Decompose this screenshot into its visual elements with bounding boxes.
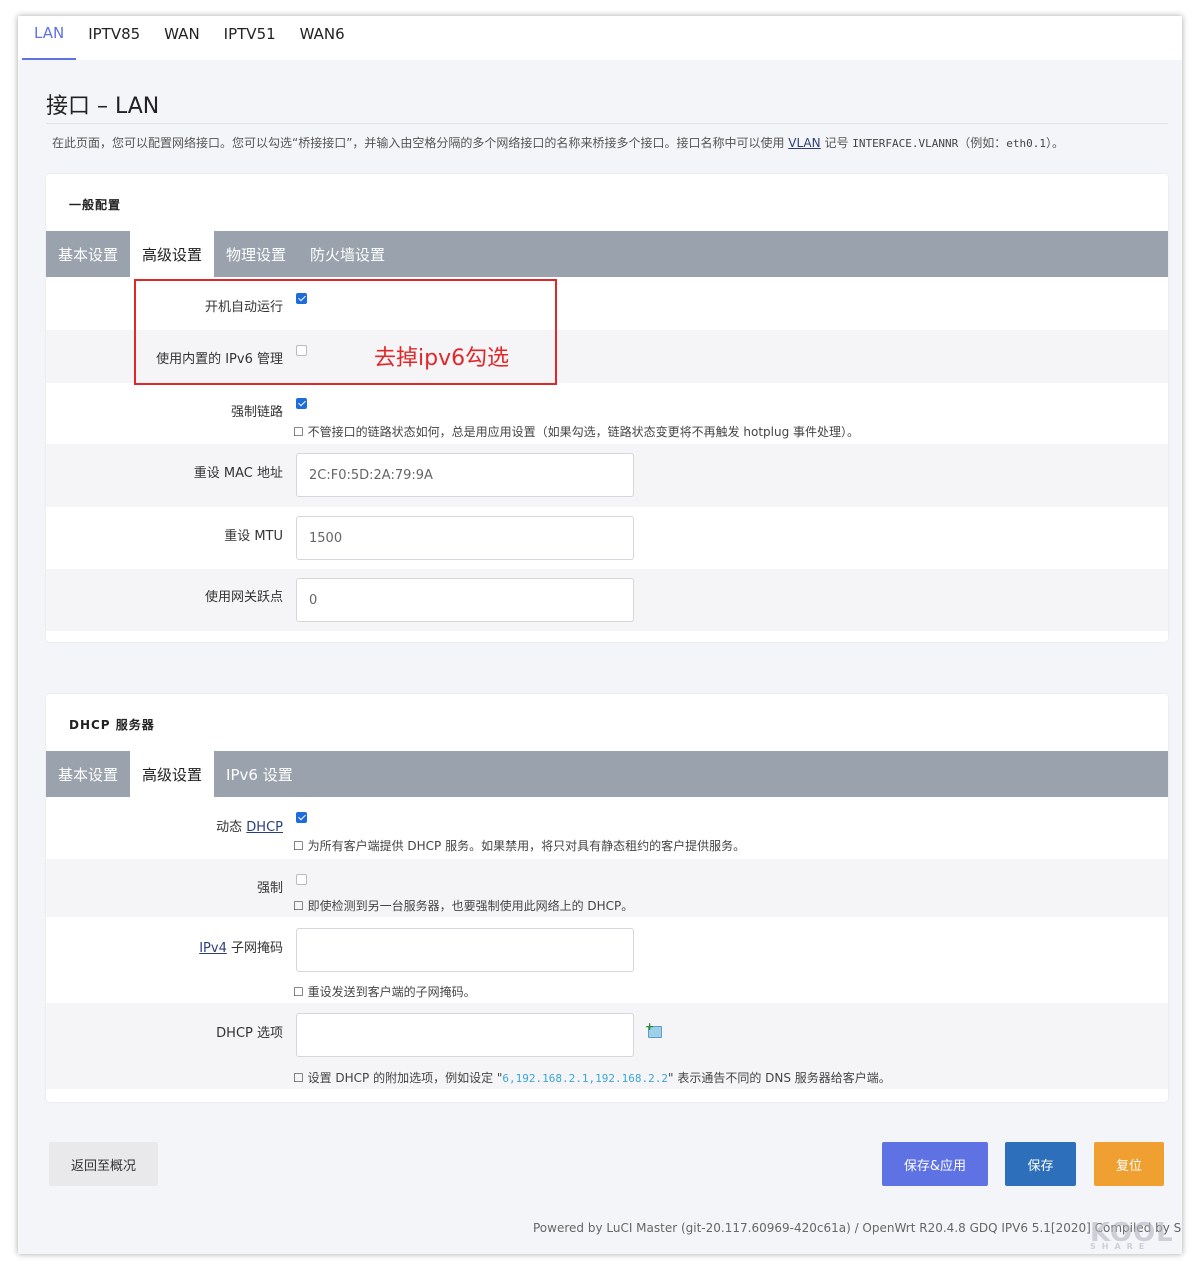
row-metric: 使用网关跃点 0	[46, 569, 1168, 631]
general-subtabs: 基本设置 高级设置 物理设置 防火墙设置	[46, 231, 1168, 277]
vlan-link[interactable]: VLAN	[788, 136, 820, 150]
back-to-overview-button[interactable]: 返回至概况	[49, 1142, 158, 1186]
annotation-text: 去掉ipv6勾选	[374, 346, 510, 371]
tab-wan6[interactable]: WAN6	[288, 16, 357, 52]
force-dhcp-label: 强制	[256, 881, 283, 896]
force-link-hint: ☐ 不管接口的链路状态如何，总是用应用设置（如果勾选，链路状态变更将不再触发 h…	[293, 425, 860, 439]
metric-label: 使用网关跃点	[204, 590, 283, 605]
general-config-card: 一般配置 基本设置 高级设置 物理设置 防火墙设置 开机自动运行 使用内置的 I…	[46, 174, 1168, 642]
dynamic-dhcp-label: 动态 DHCP	[216, 820, 283, 835]
mtu-input[interactable]: 1500	[296, 516, 634, 560]
tab-dhcp-advanced[interactable]: 高级设置	[130, 751, 215, 797]
tab-advanced-settings[interactable]: 高级设置	[130, 231, 215, 277]
mtu-label: 重设 MTU	[224, 529, 283, 544]
save-apply-button[interactable]: 保存&应用	[882, 1142, 988, 1186]
page-title: 接口 – LAN	[46, 94, 160, 119]
section-heading: DHCP 服务器	[69, 718, 155, 732]
dhcp-subtabs: 基本设置 高级设置 IPv6 设置	[46, 751, 1168, 797]
add-option-icon[interactable]	[645, 1020, 662, 1038]
tab-iptv85[interactable]: IPTV85	[76, 16, 152, 52]
section-heading: 一般配置	[69, 198, 122, 212]
tab-dhcp-ipv6[interactable]: IPv6 设置	[214, 751, 305, 797]
netmask-label: IPv4 子网掩码	[199, 941, 283, 956]
dhcp-server-card: DHCP 服务器 基本设置 高级设置 IPv6 设置 动态 DHCP ☐ 为所有…	[46, 694, 1168, 1102]
row-netmask: IPv4 子网掩码 ☐ 重设发送到客户端的子网掩码。	[46, 917, 1168, 1003]
tab-dhcp-basic[interactable]: 基本设置	[46, 751, 130, 797]
tab-basic-settings[interactable]: 基本设置	[46, 231, 130, 277]
netmask-hint: ☐ 重设发送到客户端的子网掩码。	[293, 985, 476, 999]
reset-button[interactable]: 复位	[1094, 1142, 1164, 1186]
dynamic-dhcp-checkbox[interactable]	[296, 812, 307, 823]
force-link-checkbox[interactable]	[296, 398, 307, 409]
row-mac: 重设 MAC 地址 2C:F0:5D:2A:79:9A	[46, 444, 1168, 507]
tab-iptv51[interactable]: IPTV51	[212, 16, 288, 52]
force-link-label: 强制链路	[230, 405, 283, 420]
row-force-dhcp: 强制 ☐ 即使检测到另一台服务器，也要强制使用此网络上的 DHCP。	[46, 859, 1168, 917]
mac-label: 重设 MAC 地址	[193, 466, 283, 481]
luci-window: LAN IPTV85 WAN IPTV51 WAN6 接口 – LAN 在此页面…	[18, 16, 1182, 1254]
row-force-link: 强制链路 ☐ 不管接口的链路状态如何，总是用应用设置（如果勾选，链路状态变更将不…	[46, 383, 1168, 444]
tab-firewall-settings[interactable]: 防火墙设置	[298, 231, 397, 277]
netmask-input[interactable]	[296, 928, 634, 972]
dhcp-options-input[interactable]	[296, 1013, 634, 1057]
row-dhcp-options: DHCP 选项 ☐ 设置 DHCP 的附加选项，例如设定 "6,192.168.…	[46, 1003, 1168, 1089]
tab-lan[interactable]: LAN	[22, 16, 77, 60]
footer-text: Powered by LuCI Master (git-20.117.60969…	[533, 1221, 1182, 1235]
tab-physical-settings[interactable]: 物理设置	[214, 231, 298, 277]
force-dhcp-hint: ☐ 即使检测到另一台服务器，也要强制使用此网络上的 DHCP。	[293, 899, 634, 913]
watermark: KOOL SHARE	[1090, 1218, 1174, 1251]
dynamic-dhcp-hint: ☐ 为所有客户端提供 DHCP 服务。如果禁用，将只对具有静态租约的客户提供服务…	[293, 839, 746, 853]
tab-wan[interactable]: WAN	[152, 16, 212, 52]
row-dynamic-dhcp: 动态 DHCP ☐ 为所有客户端提供 DHCP 服务。如果禁用，将只对具有静态租…	[46, 797, 1168, 859]
title-divider	[46, 123, 1168, 124]
dhcp-options-label: DHCP 选项	[216, 1026, 283, 1041]
metric-input[interactable]: 0	[296, 578, 634, 622]
interface-tabs: LAN IPTV85 WAN IPTV51 WAN6	[18, 16, 1182, 60]
dhcp-options-hint: ☐ 设置 DHCP 的附加选项，例如设定 "6,192.168.2.1,192.…	[293, 1071, 891, 1085]
row-mtu: 重设 MTU 1500	[46, 507, 1168, 569]
save-button[interactable]: 保存	[1005, 1142, 1076, 1186]
mac-input[interactable]: 2C:F0:5D:2A:79:9A	[296, 453, 634, 497]
force-dhcp-checkbox[interactable]	[296, 874, 307, 885]
page-description: 在此页面，您可以配置网络接口。您可以勾选“桥接接口”，并输入由空格分隔的多个网络…	[52, 136, 1065, 150]
